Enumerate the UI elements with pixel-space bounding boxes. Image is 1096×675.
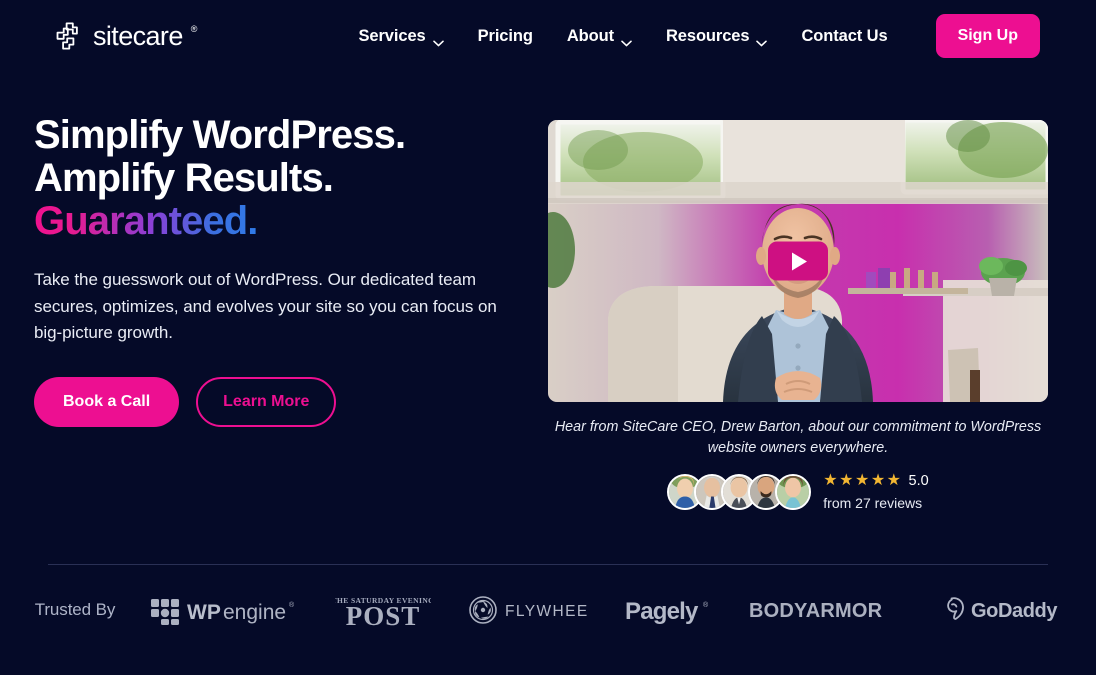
stars-row: ★★★★★ 5.0 bbox=[823, 473, 928, 489]
logo[interactable]: sitecare ® bbox=[56, 19, 197, 53]
headline-line-1: Simplify WordPress. bbox=[34, 113, 406, 157]
nav-label-contact-us: Contact Us bbox=[801, 26, 888, 45]
book-a-call-button[interactable]: Book a Call bbox=[34, 376, 180, 427]
reviewer-avatars bbox=[667, 473, 812, 510]
registered-trademark: ® bbox=[190, 24, 198, 34]
nav-item-pricing[interactable]: Pricing bbox=[478, 27, 533, 46]
nav-label-services: Services bbox=[358, 26, 426, 45]
video-thumbnail[interactable] bbox=[548, 120, 1048, 402]
logo-pagely: Pagely ® bbox=[625, 594, 713, 626]
reviews-summary: ★★★★★ 5.0 from 27 reviews bbox=[548, 473, 1048, 510]
logo-flywheel: FLYWHEEL bbox=[467, 594, 589, 626]
star-rating-icon: ★★★★★ bbox=[823, 472, 903, 489]
godaddy-icon: GoDaddy bbox=[947, 597, 1059, 622]
svg-text:BODYARMOR: BODYARMOR bbox=[749, 600, 883, 622]
svg-text:GoDaddy: GoDaddy bbox=[971, 600, 1058, 622]
svg-text:®: ® bbox=[289, 601, 295, 609]
svg-text:FLYWHEEL: FLYWHEEL bbox=[505, 603, 589, 620]
headline-line-2: Amplify Results. bbox=[34, 156, 334, 200]
reviewer-avatar-5 bbox=[775, 473, 812, 510]
video-caption: Hear from SiteCare CEO, Drew Barton, abo… bbox=[554, 419, 1042, 456]
bodyarmor-icon: BODYARMOR bbox=[749, 600, 883, 622]
play-icon bbox=[792, 252, 807, 270]
main-navigation: Services Pricing About Resources Contact… bbox=[359, 14, 1040, 58]
logo-wordmark: sitecare bbox=[93, 21, 183, 51]
chevron-down-icon bbox=[432, 33, 444, 46]
svg-text:POST: POST bbox=[346, 601, 421, 628]
nav-item-services[interactable]: Services bbox=[359, 27, 444, 46]
nav-item-contact-us[interactable]: Contact Us bbox=[801, 27, 887, 46]
trusted-by-label: Trusted By bbox=[34, 600, 116, 619]
hero-section: Simplify WordPress. Amplify Results. Gua… bbox=[0, 72, 1096, 510]
learn-more-button[interactable]: Learn More bbox=[196, 376, 337, 427]
rating-score: 5.0 bbox=[908, 472, 929, 489]
trusted-by-section: Trusted By WP engine ® THE SATURDAY EVEN… bbox=[0, 592, 1096, 628]
sign-up-button[interactable]: Sign Up bbox=[935, 14, 1040, 58]
hero-subheading: Take the guesswork out of WordPress. Our… bbox=[34, 270, 497, 342]
hero-media: Hear from SiteCare CEO, Drew Barton, abo… bbox=[548, 114, 1048, 510]
svg-text:WP: WP bbox=[187, 601, 221, 624]
svg-text:®: ® bbox=[703, 601, 709, 609]
pagely-icon: Pagely ® bbox=[625, 598, 709, 625]
chevron-down-icon bbox=[756, 33, 768, 46]
nav-item-about[interactable]: About bbox=[567, 27, 632, 46]
nav-item-resources[interactable]: Resources bbox=[665, 26, 768, 46]
logo-bodyarmor: BODYARMOR bbox=[749, 596, 901, 624]
site-header: sitecare ® Services Pricing About Resour… bbox=[0, 0, 1096, 72]
logo-godaddy: GoDaddy bbox=[937, 595, 1061, 625]
wpengine-icon: WP engine ® bbox=[151, 599, 295, 625]
logo-wpengine: WP engine ® bbox=[151, 593, 299, 627]
nav-label-pricing: Pricing bbox=[477, 26, 533, 45]
play-button[interactable] bbox=[768, 241, 828, 281]
headline-line-3-gradient: Guaranteed. bbox=[34, 199, 258, 243]
review-count: from 27 reviews bbox=[823, 495, 923, 511]
nav-label-about: About bbox=[566, 26, 614, 45]
flywheel-icon: FLYWHEEL bbox=[469, 596, 589, 624]
hero-content: Simplify WordPress. Amplify Results. Gua… bbox=[34, 114, 514, 510]
svg-text:Pagely: Pagely bbox=[625, 598, 699, 625]
svg-text:engine: engine bbox=[223, 601, 286, 624]
hero-cta-row: Book a Call Learn More bbox=[34, 376, 514, 427]
section-divider bbox=[48, 564, 1048, 565]
logo-saturday-evening-post: THE SATURDAY EVENING POST bbox=[335, 592, 431, 628]
rating-block: ★★★★★ 5.0 from 27 reviews bbox=[823, 473, 928, 511]
page-title: Simplify WordPress. Amplify Results. Gua… bbox=[34, 114, 514, 243]
chevron-down-icon bbox=[621, 33, 632, 46]
nav-label-resources: Resources bbox=[665, 26, 750, 45]
sitecare-cross-logo-icon bbox=[56, 22, 84, 50]
saturday-evening-post-icon: THE SATURDAY EVENING POST bbox=[335, 596, 431, 628]
